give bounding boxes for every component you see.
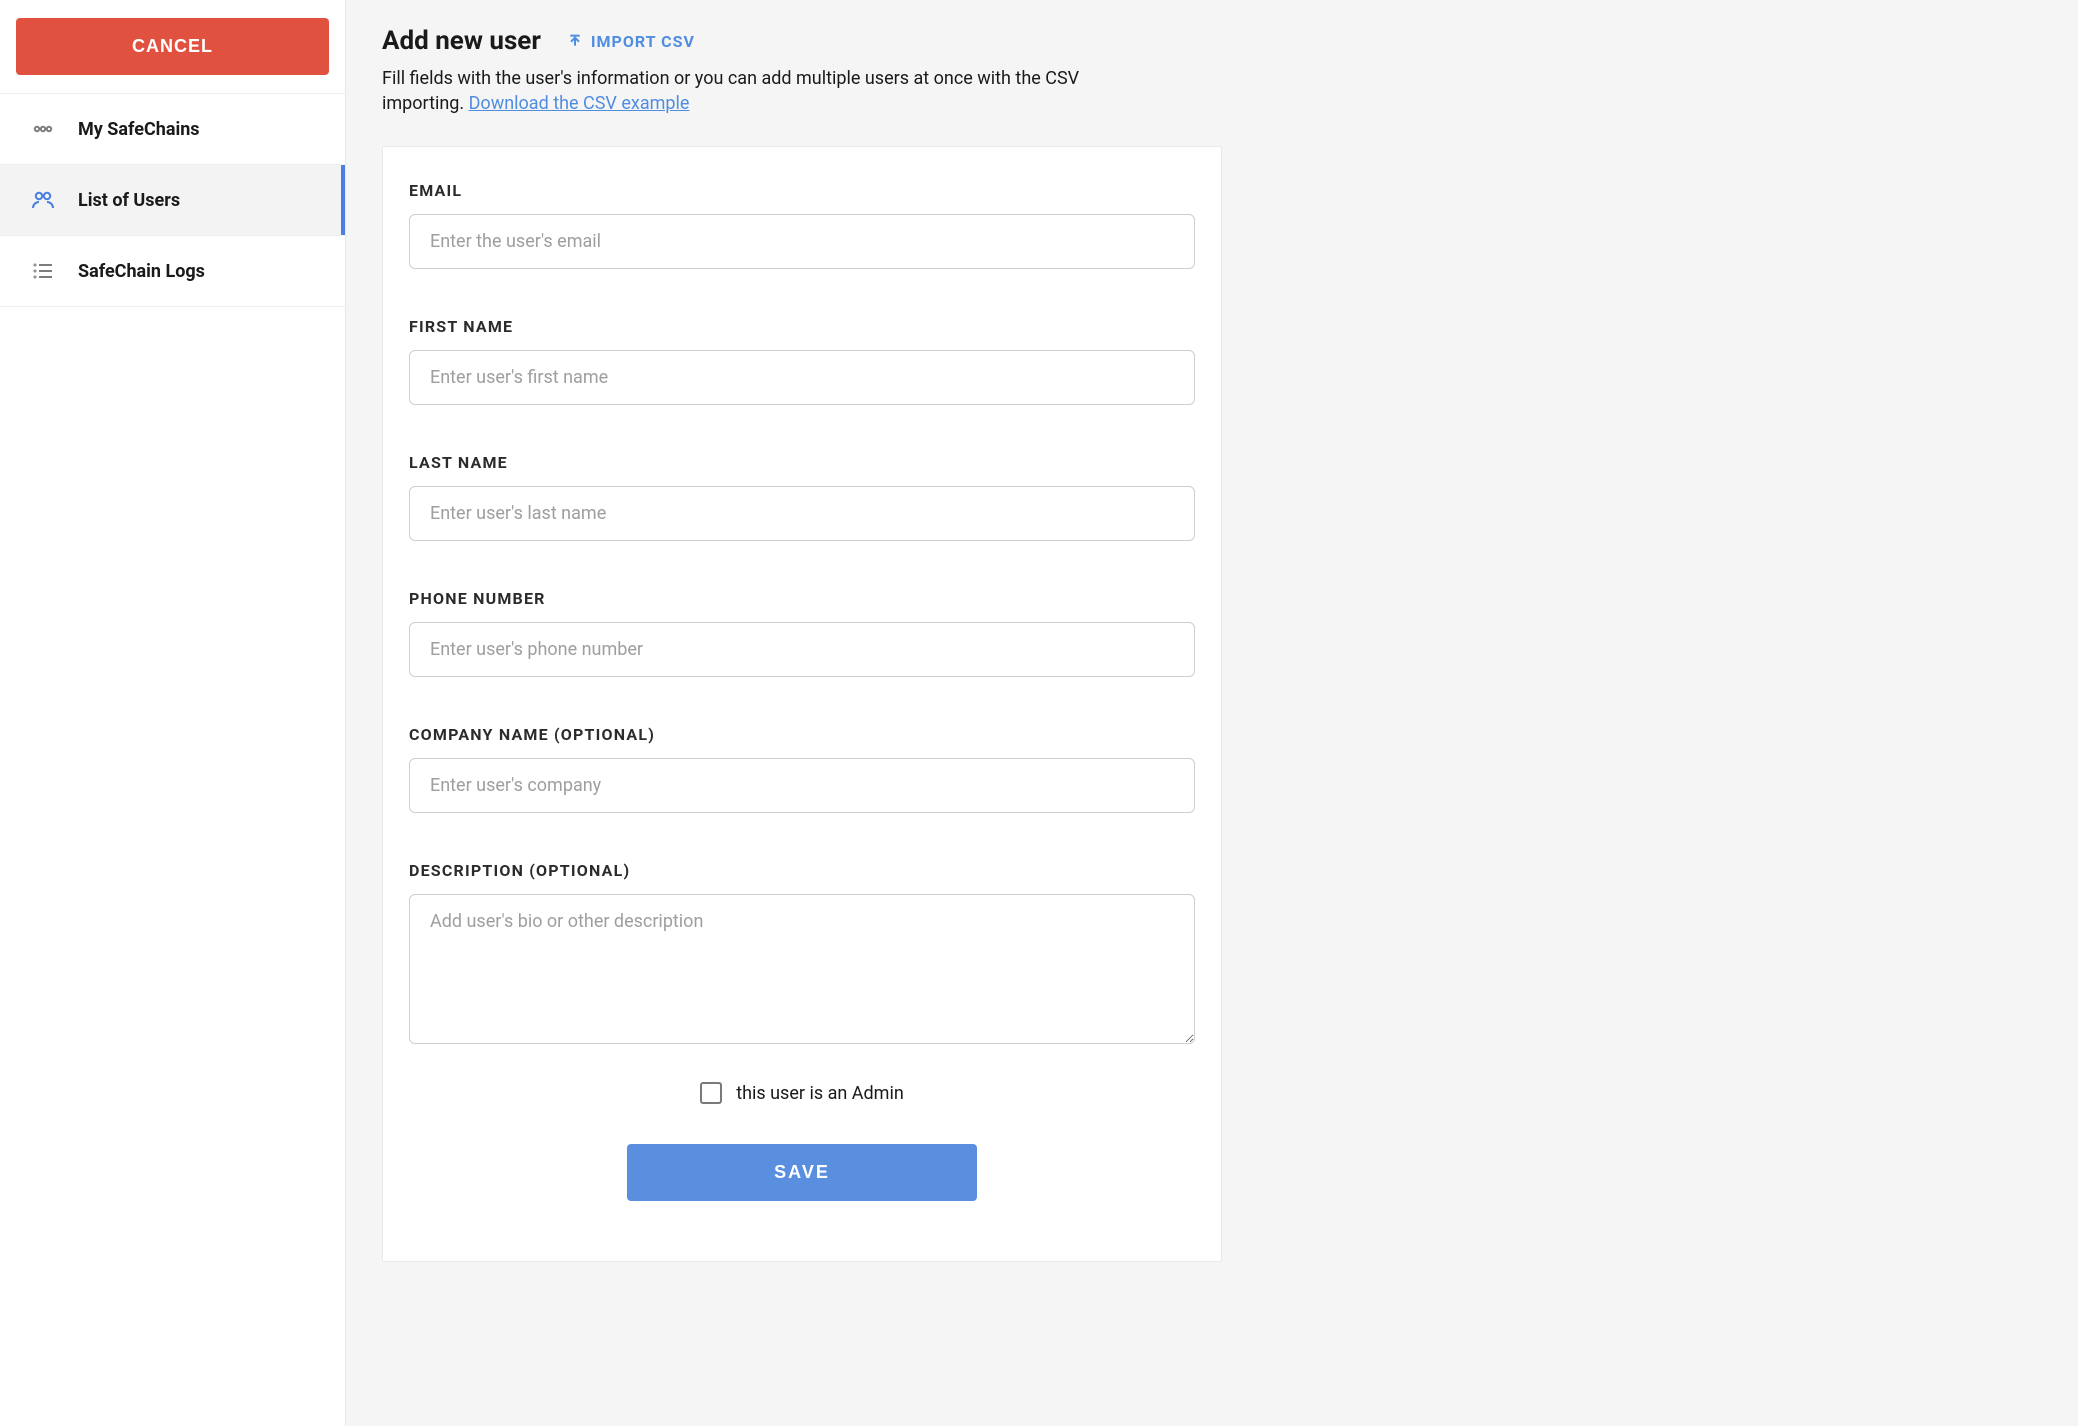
company-label: COMPANY NAME (OPTIONAL) — [409, 725, 1195, 744]
admin-checkbox-label: this user is an Admin — [736, 1083, 904, 1104]
users-icon — [30, 187, 56, 213]
sidebar-item-label: List of Users — [78, 190, 180, 211]
first-name-field[interactable] — [409, 350, 1195, 405]
description-field[interactable] — [409, 894, 1195, 1044]
page-title: Add new user — [382, 26, 541, 56]
import-csv-button[interactable]: IMPORT CSV — [567, 32, 695, 51]
sidebar-item-label: SafeChain Logs — [78, 261, 205, 282]
header-row: Add new user IMPORT CSV — [382, 26, 1570, 56]
download-csv-example-link[interactable]: Download the CSV example — [469, 93, 690, 114]
list-icon — [30, 258, 56, 284]
email-field[interactable] — [409, 214, 1195, 269]
admin-checkbox[interactable] — [700, 1082, 722, 1104]
page-subtext: Fill fields with the user's information … — [382, 66, 1142, 116]
import-csv-label: IMPORT CSV — [591, 32, 695, 51]
admin-checkbox-row: this user is an Admin — [409, 1082, 1195, 1104]
phone-label: PHONE NUMBER — [409, 589, 1195, 608]
cancel-button[interactable]: CANCEL — [16, 18, 329, 75]
sidebar-item-label: My SafeChains — [78, 119, 200, 140]
company-group: COMPANY NAME (OPTIONAL) — [409, 725, 1195, 813]
sidebar-item-list-of-users[interactable]: List of Users — [0, 165, 345, 236]
first-name-label: FIRST NAME — [409, 317, 1195, 336]
description-label: DESCRIPTION (OPTIONAL) — [409, 861, 1195, 880]
last-name-field[interactable] — [409, 486, 1195, 541]
upload-icon — [567, 33, 583, 49]
description-group: DESCRIPTION (OPTIONAL) — [409, 861, 1195, 1048]
email-group: EMAIL — [409, 181, 1195, 269]
phone-field[interactable] — [409, 622, 1195, 677]
company-field[interactable] — [409, 758, 1195, 813]
sidebar: CANCEL My SafeChains List of Users SafeC… — [0, 0, 346, 1426]
cancel-container: CANCEL — [0, 18, 345, 94]
first-name-group: FIRST NAME — [409, 317, 1195, 405]
save-button[interactable]: SAVE — [627, 1144, 977, 1201]
sidebar-item-my-safechains[interactable]: My SafeChains — [0, 94, 345, 165]
sidebar-item-safechain-logs[interactable]: SafeChain Logs — [0, 236, 345, 307]
last-name-label: LAST NAME — [409, 453, 1195, 472]
chain-icon — [30, 116, 56, 142]
add-user-form: EMAIL FIRST NAME LAST NAME PHONE NUMBER … — [382, 146, 1222, 1262]
last-name-group: LAST NAME — [409, 453, 1195, 541]
main-content: Add new user IMPORT CSV Fill fields with… — [346, 0, 1606, 1426]
email-label: EMAIL — [409, 181, 1195, 200]
phone-group: PHONE NUMBER — [409, 589, 1195, 677]
